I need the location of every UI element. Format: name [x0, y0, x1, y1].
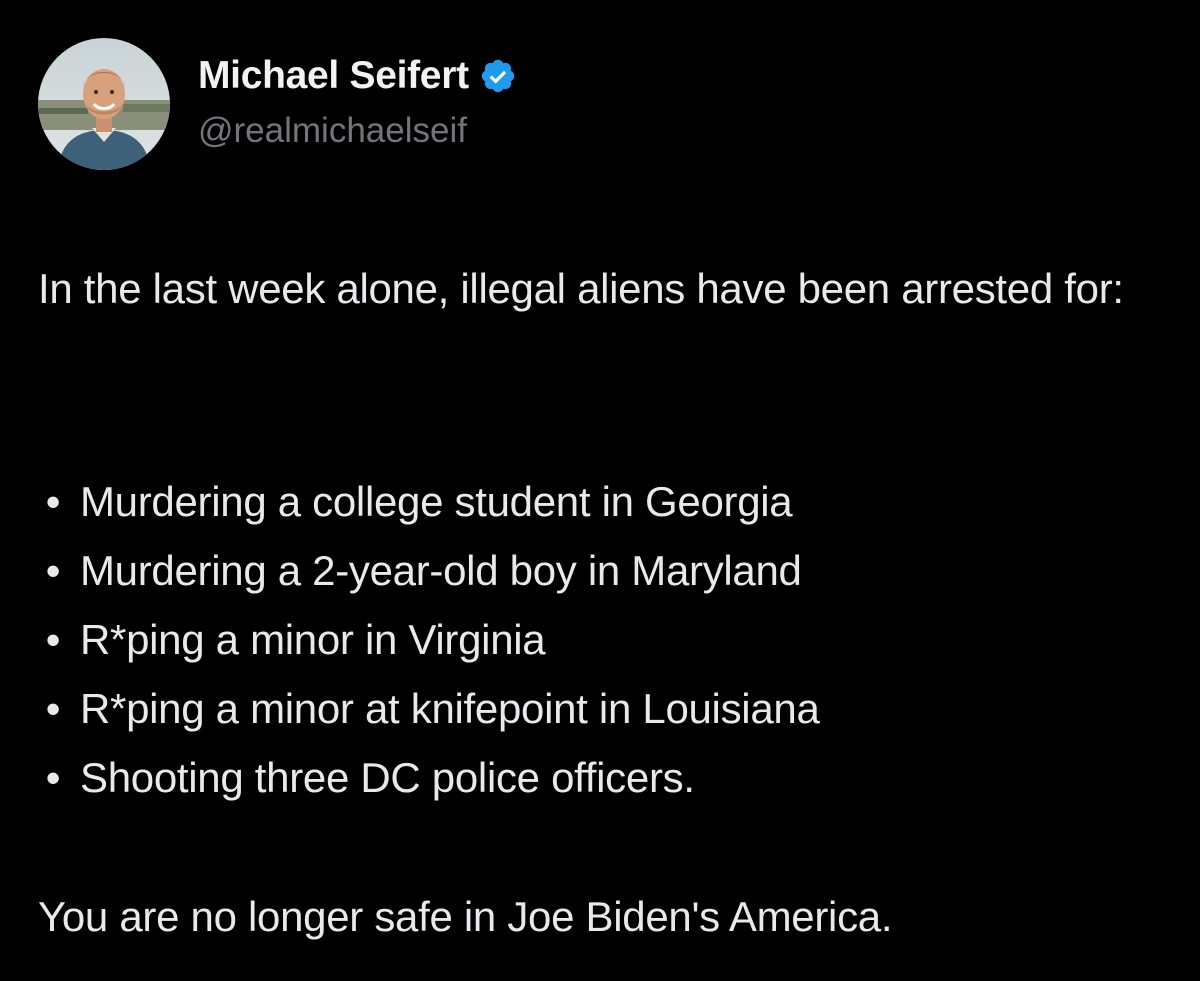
tweet-intro: In the last week alone, illegal aliens h… — [38, 265, 1124, 312]
list-item: • Murdering a 2-year-old boy in Maryland — [38, 536, 820, 605]
list-item: • R*ping a minor in Virginia — [38, 605, 820, 674]
author-name-row: Michael Seifert — [198, 53, 517, 99]
verified-badge-icon — [481, 59, 515, 93]
list-item: • Murdering a college student in Georgia — [38, 467, 820, 536]
display-name[interactable]: Michael Seifert — [198, 53, 469, 99]
avatar[interactable] — [38, 38, 170, 170]
list-item-text: Murdering a 2-year-old boy in Maryland — [80, 547, 802, 594]
tweet-closing: You are no longer safe in Joe Biden's Am… — [38, 893, 893, 940]
list-item-text: R*ping a minor at knifepoint in Louisian… — [80, 685, 820, 732]
bullet-icon: • — [45, 547, 61, 594]
list-item-text: Murdering a college student in Georgia — [80, 478, 793, 525]
tweet-card: Michael Seifert @realmichaelseif In the … — [0, 0, 1200, 981]
user-handle[interactable]: @realmichaelseif — [198, 110, 467, 152]
list-item: • Shooting three DC police officers. — [38, 743, 820, 812]
list-item-text: R*ping a minor in Virginia — [80, 616, 546, 663]
crime-list: • Murdering a college student in Georgia… — [38, 467, 820, 812]
bullet-icon: • — [45, 685, 61, 732]
list-item-text: Shooting three DC police officers. — [80, 754, 695, 801]
tweet-body: In the last week alone, illegal aliens h… — [38, 257, 1168, 940]
bullet-icon: • — [45, 478, 61, 525]
bullet-icon: • — [45, 616, 61, 663]
list-item: • R*ping a minor at knifepoint in Louisi… — [38, 674, 820, 743]
profile-photo-icon — [38, 38, 170, 170]
bullet-icon: • — [45, 754, 61, 801]
